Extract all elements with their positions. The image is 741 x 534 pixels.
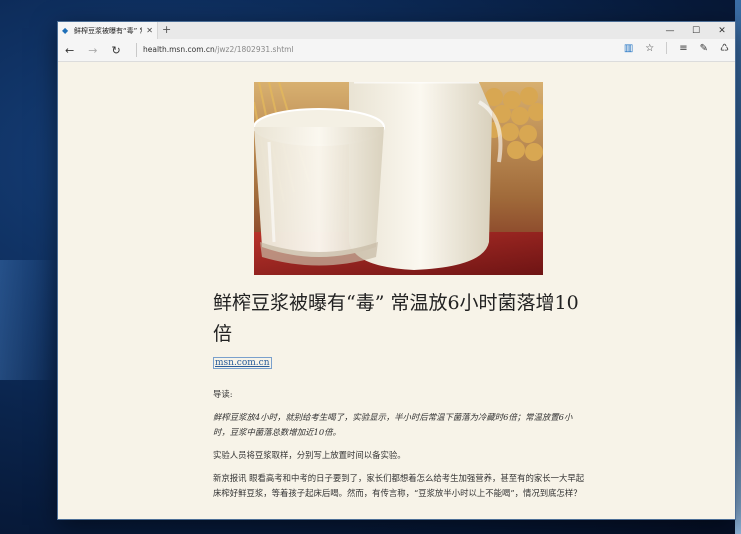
refresh-icon[interactable]: ↻: [111, 44, 120, 57]
web-note-icon[interactable]: ✎: [700, 43, 708, 54]
maximize-button[interactable]: ☐: [683, 22, 709, 39]
source-link[interactable]: msn.com.cn: [213, 357, 272, 369]
body-paragraph-2: 新京报讯 眼看高考和中考的日子要到了，家长们都想着怎么给考生加强营养，甚至有的家…: [213, 473, 585, 498]
article-title: 鲜榨豆浆被曝有“毒” 常温放6小时菌落增10倍: [213, 292, 579, 345]
window-controls: — ☐ ✕: [657, 22, 735, 39]
back-arrow-icon[interactable]: ←: [65, 44, 74, 57]
tab-title: 鲜榨豆浆被曝有“毒” 常温: [74, 26, 142, 35]
address-host: health.msn.com.cn: [143, 45, 215, 54]
intro-label: 导读:: [213, 389, 233, 399]
forward-arrow-icon[interactable]: →: [88, 44, 97, 57]
desktop-glow: [0, 260, 60, 380]
title-bar: ◆ 鲜榨豆浆被曝有“毒” 常温 ✕ + — ☐ ✕: [58, 22, 735, 39]
reading-view-content: 鲜榨豆浆被曝有“毒” 常温放6小时菌落增10倍 msn.com.cn 导读: 鲜…: [58, 62, 735, 519]
address-path: /jwz2/1802931.shtml: [214, 45, 294, 54]
new-tab-button[interactable]: +: [162, 23, 171, 36]
article-body: 导读: 鲜榨豆浆放4小时，就别给考生喝了，实验显示，半小时后常温下菌落为冷藏时6…: [213, 387, 585, 509]
browser-tab[interactable]: ◆ 鲜榨豆浆被曝有“毒” 常温 ✕: [58, 22, 158, 39]
address-bar[interactable]: health.msn.com.cn/jwz2/1802931.shtml: [136, 43, 583, 57]
msn-favicon-icon: ◆: [62, 25, 69, 35]
toolbar-divider: [666, 42, 668, 54]
browser-window: ◆ 鲜榨豆浆被曝有“毒” 常温 ✕ + — ☐ ✕ ← → ↻ health.m…: [58, 22, 735, 519]
reading-view-icon[interactable]: ▥: [624, 43, 633, 54]
soy-milk-photo: [254, 82, 543, 275]
body-paragraph-1: 实验人员将豆浆取样，分别写上放置时间以备实验。: [213, 450, 406, 460]
close-window-button[interactable]: ✕: [709, 22, 735, 39]
minimize-button[interactable]: —: [657, 22, 683, 39]
lead-paragraph: 鲜榨豆浆放4小时，就别给考生喝了，实验显示，半小时后常温下菌落为冷藏时6倍；常温…: [213, 412, 573, 437]
share-icon[interactable]: ♺: [720, 43, 729, 54]
desktop-edge: [735, 0, 741, 534]
toolbar-actions: ▥ ☆ ≡ ✎ ♺: [624, 42, 729, 54]
tab-close-icon[interactable]: ✕: [146, 26, 153, 35]
favorites-star-icon[interactable]: ☆: [645, 43, 654, 54]
navigation-toolbar: ← → ↻ health.msn.com.cn/jwz2/1802931.sht…: [58, 39, 735, 62]
hub-icon[interactable]: ≡: [679, 43, 687, 54]
